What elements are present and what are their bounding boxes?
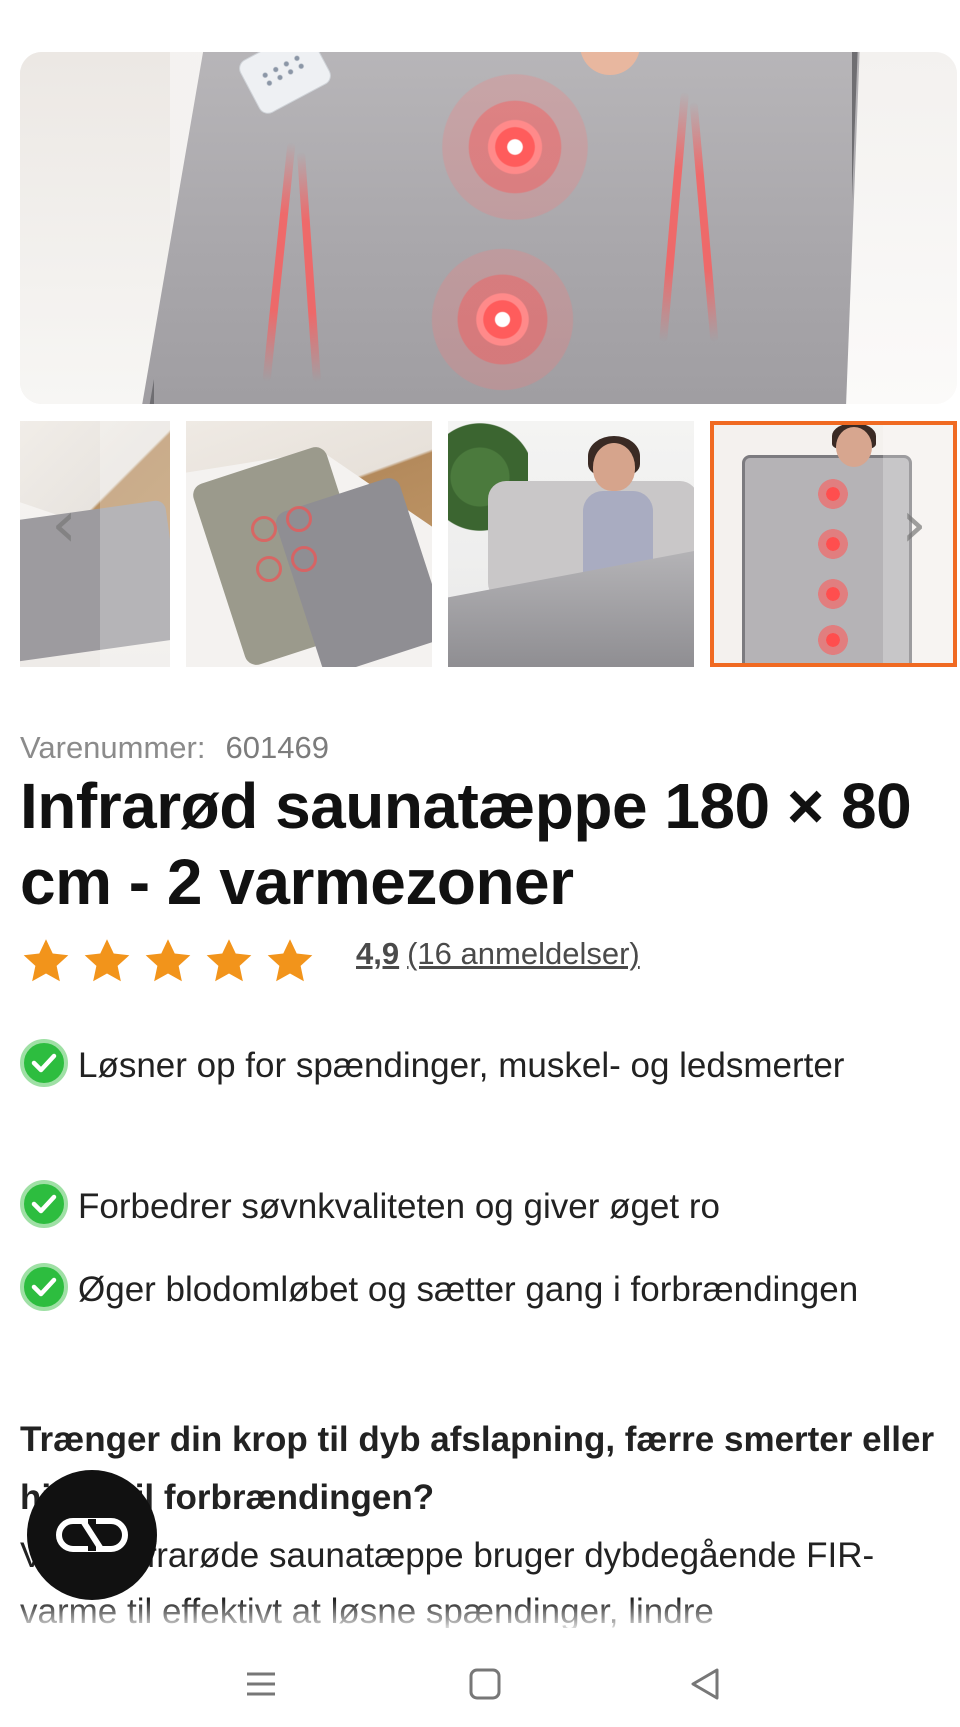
- thumb-shade: [100, 421, 170, 667]
- heat-zone-circle: [420, 237, 585, 402]
- rating-score: 4,9: [356, 936, 400, 971]
- back-icon[interactable]: [680, 1662, 730, 1706]
- thumb-heat-dot: [814, 575, 852, 613]
- benefit-item: Øger blodomløbet og sætter gang i forbræ…: [20, 1262, 920, 1318]
- thumb-heat-circle: [251, 516, 277, 542]
- star-icon: [142, 936, 194, 988]
- sku-value: 601469: [225, 730, 329, 765]
- star-icon: [203, 936, 255, 988]
- thumb-heat-dot: [814, 621, 852, 659]
- benefit-text: Øger blodomløbet og sætter gang i forbræ…: [78, 1270, 859, 1309]
- thumb-heat-circle: [291, 546, 317, 572]
- checkmark-icon: [20, 1039, 68, 1087]
- checkmark-icon: [20, 1263, 68, 1311]
- chat-logo-icon: [56, 1518, 128, 1552]
- menu-icon[interactable]: [236, 1662, 286, 1706]
- pillow-left: [20, 52, 170, 404]
- thumbnail-strip: [20, 421, 957, 667]
- thumb-face: [836, 427, 872, 467]
- thumb-face: [593, 443, 635, 491]
- sku-line: Varenummer: 601469: [20, 730, 329, 766]
- thumbnail-3[interactable]: [448, 421, 694, 667]
- thumb-heat-circle: [286, 506, 312, 532]
- benefit-text: Forbedrer søvnkvaliteten og giver øget r…: [78, 1187, 720, 1226]
- benefit-item: Forbedrer søvnkvaliteten og giver øget r…: [20, 1179, 920, 1235]
- thumb-heat-dot: [814, 525, 852, 563]
- star-icon: [20, 936, 72, 988]
- home-icon[interactable]: [460, 1662, 510, 1706]
- star-icon: [81, 936, 133, 988]
- sku-label: Varenummer:: [20, 730, 206, 765]
- star-icon: [264, 936, 316, 988]
- main-product-image[interactable]: [20, 52, 957, 404]
- reviews-link[interactable]: 4,9 (16 anmeldelser): [356, 936, 640, 972]
- review-count: (16 anmeldelser): [407, 936, 640, 971]
- chevron-right-icon[interactable]: ›: [890, 470, 938, 580]
- thumbnail-2[interactable]: [186, 421, 432, 667]
- thumb-heat-dot: [814, 475, 852, 513]
- system-navigation-bar: [0, 1632, 960, 1727]
- product-page: ‹ › Varenummer: 601469 Infrarød saunatæpp…: [0, 0, 960, 1727]
- description-heading: Trænger din krop til dyb afslapning, fær…: [20, 1420, 935, 1517]
- chevron-left-icon[interactable]: ‹: [40, 470, 88, 580]
- checkmark-icon: [20, 1180, 68, 1228]
- benefit-item: Løsner op for spændinger, muskel- og led…: [20, 1038, 920, 1094]
- rating[interactable]: 4,9 (16 anmeldelser): [20, 932, 640, 992]
- product-title: Infrarød saunatæppe 180 × 80 cm - 2 varm…: [20, 770, 912, 918]
- benefit-text: Løsner op for spændinger, muskel- og led…: [78, 1046, 845, 1085]
- heat-zone-circle: [430, 62, 600, 232]
- chat-button[interactable]: [27, 1470, 157, 1600]
- thumb-heat-circle: [256, 556, 282, 582]
